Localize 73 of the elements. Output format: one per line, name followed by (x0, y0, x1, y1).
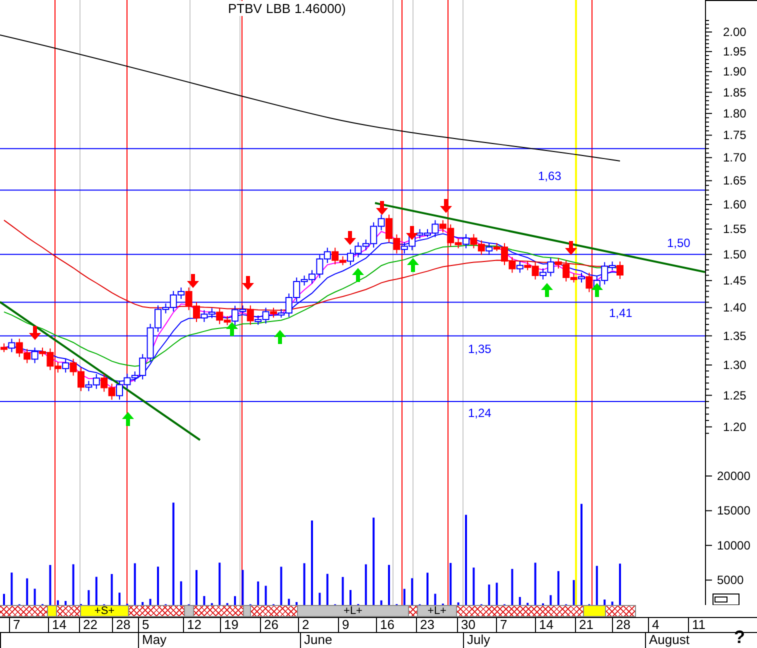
signal-segment: +L+ (418, 605, 457, 617)
axis-label: 15000 (717, 504, 750, 518)
month-label: June (304, 633, 332, 647)
axis-label: 1.70 (723, 150, 746, 165)
month-label: May (142, 633, 167, 647)
down-arrow-icon (187, 274, 199, 288)
legend-box-icon (712, 594, 740, 605)
axis-label: 1.55 (723, 222, 746, 236)
up-arrow-icon (226, 322, 238, 336)
date-label: 12 (187, 618, 202, 632)
axis-label: 20000 (717, 469, 750, 483)
date-label: 30 (461, 618, 476, 632)
axis-label: 1.50 (723, 247, 746, 262)
signal-segment (409, 605, 418, 617)
date-label: 26 (264, 618, 278, 632)
date-label: 11 (692, 618, 706, 632)
signal-segment (606, 605, 636, 617)
axis-label: 1.30 (723, 358, 746, 372)
down-arrow-icon (29, 326, 41, 340)
date-label: 14 (52, 618, 66, 632)
date-label: 4 (652, 618, 660, 632)
level-label: 1,50 (667, 236, 690, 250)
axis-label: 1.85 (723, 85, 746, 100)
axis-label: 1.60 (723, 198, 746, 212)
axis-label: 1.25 (723, 388, 746, 402)
date-label: 28 (616, 618, 630, 632)
level-label: 1,35 (468, 342, 492, 356)
down-arrow-icon (242, 276, 254, 290)
date-label: 28 (116, 618, 130, 632)
date-label: 16 (380, 618, 394, 632)
up-arrow-icon (352, 268, 364, 282)
down-arrow-icon (376, 201, 388, 215)
axis-label: 1.95 (723, 44, 746, 59)
level-label: 1,24 (468, 406, 492, 420)
month-label: August (649, 633, 690, 647)
month-label: July (467, 633, 490, 647)
date-label: 14 (539, 618, 554, 632)
down-arrow-icon (344, 231, 356, 245)
axis-label: 1.20 (723, 420, 746, 434)
date-label: 19 (224, 618, 238, 632)
axis-label: 1.40 (723, 300, 746, 315)
signal-segment: +L+ (298, 605, 409, 617)
axis-label: 1.80 (723, 106, 746, 120)
level-label: 1,63 (538, 169, 562, 183)
up-arrow-icon (541, 283, 553, 297)
date-label: 22 (83, 618, 98, 632)
date-label: 21 (579, 618, 594, 632)
axis-label: 2.00 (723, 25, 746, 39)
date-label: 9 (342, 618, 350, 632)
chart-title: PTBV (228, 1, 262, 16)
level-label: 1,41 (609, 306, 632, 320)
axis-label: 1.45 (723, 274, 746, 288)
axis-label: 5000 (717, 573, 744, 588)
up-arrow-icon (122, 412, 134, 426)
chart-title: LBB (266, 1, 291, 16)
up-arrow-icon (591, 283, 603, 297)
down-arrow-icon (440, 199, 452, 213)
up-arrow-icon (274, 330, 286, 344)
date-label: 2 (302, 618, 310, 632)
axis-label: 1.35 (723, 328, 746, 343)
signal-segment: +S+ (81, 605, 129, 617)
down-arrow-icon (565, 241, 577, 255)
axis-label: 1.90 (723, 64, 746, 79)
axis-label: 10000 (717, 538, 750, 552)
date-label: 7 (500, 618, 508, 632)
up-arrow-icon (407, 258, 419, 272)
chart-title: 1.46000) (294, 1, 346, 16)
date-label: 23 (420, 618, 434, 632)
down-arrow-icon (406, 226, 418, 240)
axis-label: 1.75 (723, 128, 746, 142)
axis-label: 1.65 (723, 174, 746, 188)
date-label: 7 (13, 618, 20, 632)
date-label: 5 (142, 618, 150, 632)
